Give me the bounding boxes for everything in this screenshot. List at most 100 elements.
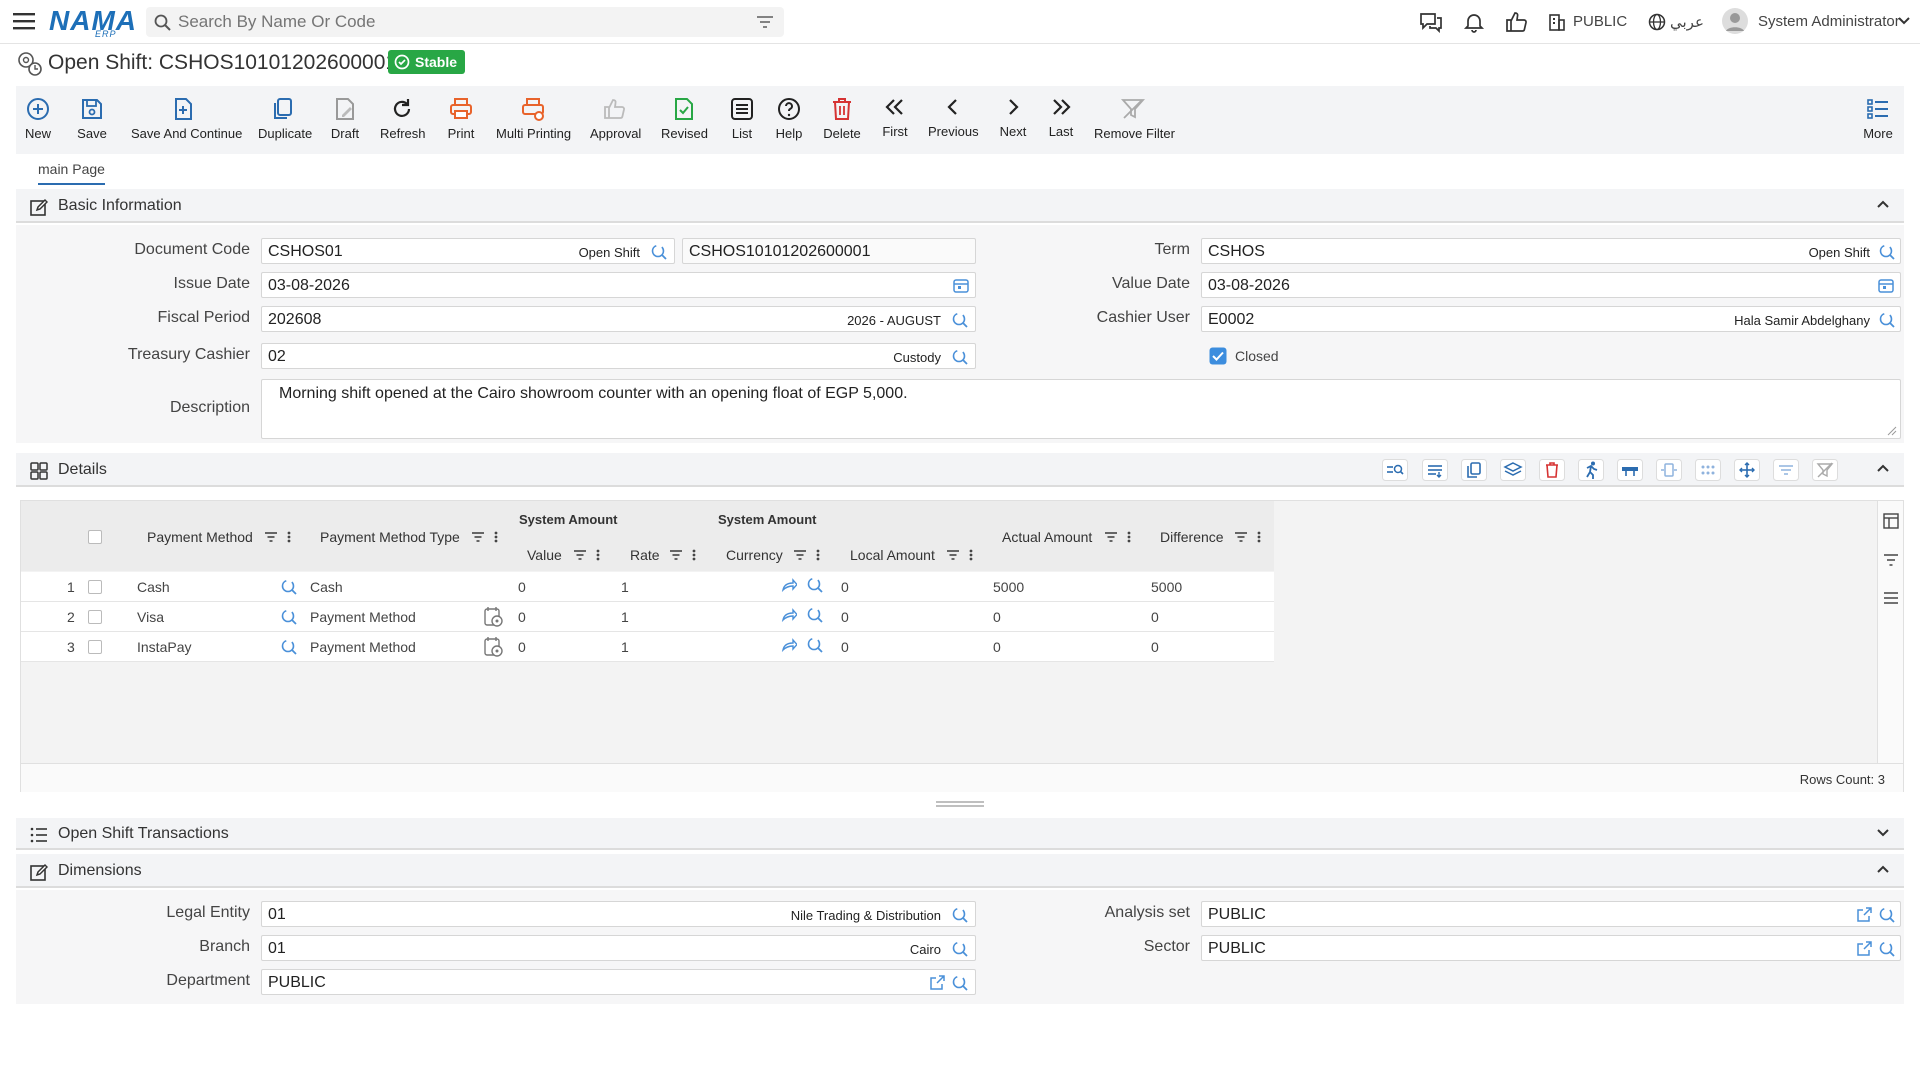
term-field[interactable]: CSHOS Open Shift (1201, 238, 1901, 264)
cell-payment-method[interactable]: Cash (137, 579, 170, 595)
approval-button[interactable]: Approval (590, 96, 641, 148)
column-filter-icon[interactable] (471, 531, 485, 543)
column-header-local-amount[interactable]: Local Amount (850, 547, 935, 563)
thumbs-up-icon[interactable] (1505, 11, 1527, 33)
chat-icon[interactable] (1419, 11, 1443, 33)
hamburger-menu-icon[interactable] (13, 12, 35, 30)
column-header-rate[interactable]: Rate (630, 547, 660, 563)
help-button[interactable]: Help (774, 96, 804, 148)
analysis-set-field[interactable]: PUBLIC (1201, 901, 1901, 927)
resize-handle-icon[interactable] (1887, 426, 1897, 436)
user-name[interactable]: System Administrator (1758, 13, 1900, 30)
column-filter-icon[interactable] (946, 549, 960, 561)
column-menu-icon[interactable] (494, 531, 498, 543)
share-arrow-icon[interactable] (781, 578, 797, 592)
share-arrow-icon[interactable] (781, 638, 797, 652)
draft-button[interactable]: Draft (330, 96, 360, 148)
column-menu-icon[interactable] (692, 549, 696, 561)
column-menu-icon[interactable] (596, 549, 600, 561)
save-and-continue-button[interactable]: Save And Continue (131, 96, 242, 148)
delete-button[interactable]: Delete (822, 96, 862, 148)
external-link-icon[interactable] (1857, 907, 1872, 922)
lookup-icon[interactable] (1878, 311, 1896, 329)
lookup-icon[interactable] (280, 608, 298, 626)
value-date-field[interactable]: 03-08-2026 (1201, 272, 1901, 298)
chevron-down-icon[interactable] (1898, 16, 1910, 26)
dots-grid-icon[interactable] (1695, 459, 1721, 481)
save-button[interactable]: Save (77, 96, 107, 148)
table-row[interactable]: 3 InstaPay Payment Method 0 1 0 0 0 (21, 632, 1274, 662)
closed-checkbox[interactable] (1209, 347, 1227, 365)
share-arrow-icon[interactable] (781, 608, 797, 622)
branch-field[interactable]: 01 Cairo (261, 935, 976, 961)
tab-main-page[interactable]: main Page (38, 161, 105, 185)
print-button[interactable]: Print (447, 96, 475, 148)
columns-panel-icon[interactable] (1883, 513, 1899, 529)
add-row-icon[interactable] (1422, 459, 1448, 481)
run-icon[interactable] (1578, 459, 1604, 481)
lookup-icon[interactable] (1878, 940, 1896, 958)
revised-button[interactable]: Revised (661, 96, 708, 148)
duplicate-button[interactable]: Duplicate (258, 96, 312, 148)
open-shift-transactions-header[interactable]: Open Shift Transactions (16, 818, 1904, 850)
basic-information-header[interactable]: Basic Information (16, 189, 1904, 223)
column-header-currency[interactable]: Currency (726, 547, 783, 563)
list-button[interactable]: List (728, 96, 756, 148)
table-row[interactable]: 2 Visa Payment Method 0 1 0 0 0 (21, 602, 1274, 632)
move-icon[interactable] (1734, 459, 1760, 481)
cashier-user-field[interactable]: E0002 Hala Samir Abdelghany (1201, 306, 1901, 332)
document-code-field[interactable]: CSHOS01 Open Shift (261, 238, 675, 264)
cell-payment-method[interactable]: InstaPay (137, 639, 191, 655)
sector-field[interactable]: PUBLIC (1201, 935, 1901, 961)
cell-actual-amount[interactable]: 5000 (993, 579, 1024, 595)
lookup-icon[interactable] (806, 606, 824, 624)
column-filter-icon[interactable] (1104, 531, 1118, 543)
payment-method-settings-icon[interactable] (484, 636, 504, 658)
column-filter-icon[interactable] (264, 531, 278, 543)
refresh-button[interactable]: Refresh (380, 96, 426, 148)
dimensions-header[interactable]: Dimensions (16, 854, 1904, 888)
lookup-icon[interactable] (280, 638, 298, 656)
calendar-icon[interactable] (953, 277, 969, 293)
fit-width-icon[interactable] (1656, 459, 1682, 481)
treasury-cashier-field[interactable]: 02 Custody (261, 343, 976, 369)
lookup-icon[interactable] (806, 636, 824, 654)
column-menu-icon[interactable] (287, 531, 291, 543)
column-filter-icon[interactable] (573, 549, 587, 561)
nama-logo[interactable]: NAMA ERP (49, 5, 137, 39)
avatar[interactable] (1722, 8, 1748, 34)
search-input[interactable] (178, 12, 738, 32)
column-header-value[interactable]: Value (527, 547, 562, 563)
external-link-icon[interactable] (1857, 941, 1872, 956)
fiscal-period-field[interactable]: 202608 2026 - AUGUST (261, 306, 976, 332)
details-header[interactable]: Details (16, 453, 1904, 487)
chevron-up-icon[interactable] (1876, 864, 1890, 874)
column-menu-icon[interactable] (816, 549, 820, 561)
chevron-up-icon[interactable] (1876, 463, 1890, 473)
first-button[interactable]: First (880, 94, 910, 146)
lookup-icon[interactable] (1878, 906, 1896, 924)
more-button[interactable]: More (1862, 96, 1894, 148)
next-button[interactable]: Next (998, 94, 1028, 146)
table-row[interactable]: 1 Cash Cash 0 1 0 5000 5000 (21, 572, 1274, 602)
column-header-difference[interactable]: Difference (1160, 529, 1224, 545)
lookup-icon[interactable] (951, 940, 969, 958)
column-header-payment-method[interactable]: Payment Method (147, 529, 253, 545)
lookup-icon[interactable] (951, 348, 969, 366)
company-name[interactable]: PUBLIC (1573, 13, 1627, 30)
column-filter-icon[interactable] (669, 549, 683, 561)
column-filter-icon[interactable] (1234, 531, 1248, 543)
issue-date-field[interactable]: 03-08-2026 (261, 272, 976, 298)
copy-rows-icon[interactable] (1461, 459, 1487, 481)
row-checkbox[interactable] (88, 640, 102, 654)
lookup-icon[interactable] (1878, 243, 1896, 261)
cell-actual-amount[interactable]: 0 (993, 639, 1001, 655)
new-button[interactable]: New (24, 96, 52, 148)
lookup-icon[interactable] (951, 906, 969, 924)
delete-rows-icon[interactable] (1539, 459, 1565, 481)
column-header-actual-amount[interactable]: Actual Amount (1002, 529, 1092, 545)
resize-grip-icon[interactable] (935, 800, 985, 808)
cell-actual-amount[interactable]: 0 (993, 609, 1001, 625)
column-filter-icon[interactable] (793, 549, 807, 561)
column-menu-icon[interactable] (969, 549, 973, 561)
